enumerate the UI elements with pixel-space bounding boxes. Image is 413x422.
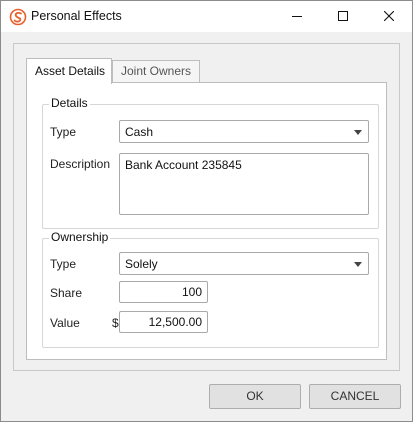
- tab-asset-details[interactable]: Asset Details: [26, 58, 112, 84]
- chevron-down-icon: [354, 262, 362, 267]
- asset-type-dropdown[interactable]: Cash: [119, 120, 369, 143]
- details-type-label: Type: [50, 125, 77, 139]
- minimize-icon: [292, 10, 302, 24]
- ok-button[interactable]: OK: [209, 384, 301, 409]
- value-input[interactable]: 12,500.00: [119, 311, 208, 333]
- app-logo-icon: [9, 8, 27, 26]
- personal-effects-window: Personal Effects Asset Details Joint Own…: [0, 0, 413, 422]
- title-bar[interactable]: Personal Effects: [1, 1, 412, 32]
- window-title: Personal Effects: [31, 9, 122, 23]
- tab-joint-owners[interactable]: Joint Owners: [112, 60, 200, 83]
- share-label: Share: [50, 286, 83, 300]
- ownership-type-value: Solely: [125, 257, 158, 271]
- ownership-group: Ownership Type Solely Share 100 Value $ …: [42, 230, 379, 348]
- ownership-group-title: Ownership: [49, 230, 111, 244]
- currency-symbol: $: [112, 316, 119, 330]
- cancel-button[interactable]: CANCEL: [309, 384, 401, 409]
- ownership-type-label: Type: [50, 257, 77, 271]
- dialog-body: Asset Details Joint Owners Details Type …: [13, 43, 400, 371]
- asset-details-panel: Details Type Cash Description Bank Accou…: [26, 82, 387, 360]
- ownership-type-dropdown[interactable]: Solely: [119, 252, 369, 275]
- asset-type-value: Cash: [125, 125, 154, 139]
- value-label: Value: [50, 316, 80, 330]
- details-group: Details Type Cash Description Bank Accou…: [42, 96, 379, 229]
- chevron-down-icon: [354, 130, 362, 135]
- maximize-button[interactable]: [320, 1, 366, 32]
- details-group-title: Details: [49, 96, 90, 110]
- close-icon: [383, 10, 395, 24]
- close-button[interactable]: [366, 1, 412, 32]
- maximize-icon: [338, 10, 348, 24]
- description-label: Description: [50, 157, 111, 171]
- minimize-button[interactable]: [274, 1, 320, 32]
- description-field[interactable]: Bank Account 235845: [119, 153, 369, 215]
- share-input[interactable]: 100: [119, 281, 208, 303]
